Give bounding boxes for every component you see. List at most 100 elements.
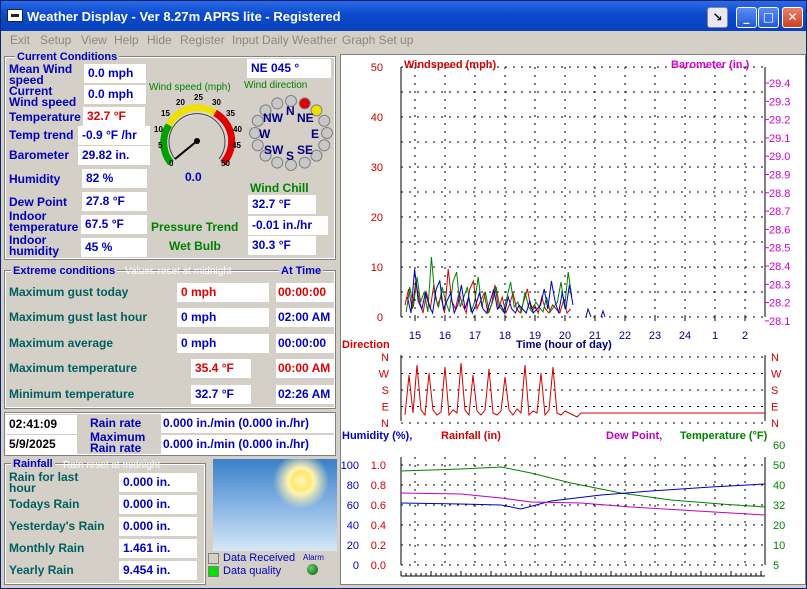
time-axis-title: Time (hour of day): [516, 339, 612, 351]
compass-n: N: [286, 104, 295, 118]
gauge-tick-40: 40: [233, 125, 242, 134]
compass-nw: NW: [263, 111, 283, 125]
rainfall-title: Rainfall: [11, 458, 55, 470]
rainfall-tick: 0.8: [371, 480, 386, 492]
wind-tick: 40: [371, 112, 383, 124]
menu-help[interactable]: Help: [114, 33, 139, 47]
compass-point: [251, 139, 264, 152]
alarm-icon[interactable]: [307, 564, 318, 575]
wind-speed-gauge: [160, 104, 236, 166]
gauge-tick-0: 0: [169, 159, 174, 168]
direction-axis-title: Direction: [342, 339, 390, 351]
temperature-label: Temperature: [9, 110, 81, 124]
close-button[interactable]: ✕: [782, 7, 803, 28]
gauge-tick-20: 20: [176, 98, 185, 107]
menu-setup[interactable]: Setup: [40, 33, 71, 47]
dir-tick-right: N: [771, 352, 779, 364]
extreme-row-label: Maximum average: [9, 336, 114, 350]
wet-bulb-label: Wet Bulb: [169, 239, 221, 253]
extreme-row-time: 00:00:00: [276, 283, 334, 302]
hour-tick: 1: [712, 330, 718, 342]
baro-tick: 28.7: [769, 206, 790, 218]
extreme-row-value: 0 mph: [177, 334, 269, 353]
temp-tick: 60: [773, 440, 785, 452]
temp-tick: 32: [773, 500, 785, 512]
menu-hide[interactable]: Hide: [147, 33, 172, 47]
wind-series-line: [406, 268, 574, 315]
gauge-tick-45: 45: [232, 141, 241, 150]
compass-s: S: [286, 149, 295, 163]
gauge-tick-10: 10: [154, 125, 163, 134]
menu-input-daily-weather[interactable]: Input Daily Weather: [232, 33, 337, 47]
compass-point: [318, 114, 331, 127]
barometer-axis-title: Barometer (in.): [671, 59, 750, 71]
rainfall-tick: 0.0: [371, 560, 386, 572]
maximize-button[interactable]: □: [758, 7, 779, 28]
data-received-label: Data Received: [223, 552, 296, 564]
dir-tick-right: E: [771, 402, 778, 414]
hour-tick: 22: [619, 330, 631, 342]
temp-tick: 40: [773, 480, 785, 492]
dewpoint-axis-title: Dew Point,: [606, 430, 663, 442]
rainfall-row-label: Monthly Rain: [9, 541, 85, 555]
app-icon[interactable]: [7, 9, 23, 22]
menu-register[interactable]: Register: [180, 33, 225, 47]
gauge-tick-30: 30: [212, 98, 221, 107]
extreme-row-time: 02:26 AM: [276, 385, 334, 404]
extreme-row-value: 35.4 °F: [191, 359, 251, 378]
clock-date: 5/9/2025: [5, 435, 77, 454]
dir-tick-right: W: [771, 369, 782, 381]
pressure-trend-label: Pressure Trend: [151, 220, 239, 234]
compass-e: E: [311, 127, 320, 141]
extreme-row-time: 00:00 AM: [276, 359, 334, 378]
rainfall-tick: 1.0: [371, 460, 386, 472]
hour-tick: 16: [439, 330, 451, 342]
compass-point: [321, 127, 333, 139]
humidity-tick: 100: [341, 460, 359, 472]
pin-icon[interactable]: ↘: [707, 7, 728, 28]
compass-point: [298, 97, 311, 110]
temp-tick: 10: [773, 540, 785, 552]
menu-view[interactable]: View: [81, 33, 107, 47]
rainfall-row-label: Yearly Rain: [9, 563, 74, 577]
menu-exit[interactable]: Exit: [10, 33, 30, 47]
compass-point: [271, 97, 284, 110]
current-wind-label: Current Wind speed: [9, 84, 77, 109]
humidity-label: Humidity: [9, 172, 61, 186]
wind-direction-title: Wind direction: [244, 80, 308, 91]
compass-point: [251, 114, 264, 127]
wet-bulb-value: 30.3 °F: [248, 236, 316, 255]
mean-wind-label: Mean Wind speed: [9, 62, 73, 87]
temp-tick: 5: [773, 560, 779, 572]
gauge-tick-35: 35: [226, 109, 235, 118]
menu-graph-setup[interactable]: Graph Set up: [342, 33, 413, 47]
wind-tick: 30: [371, 162, 383, 174]
wind-tick: 0: [377, 312, 383, 324]
extreme-row-label: Maximum temperature: [9, 361, 138, 375]
rain-rate-value: 0.000 in./min (0.000 in./hr): [161, 414, 335, 433]
temp-trend-value: -0.9 °F /hr: [78, 126, 150, 145]
dew-point-label: Dew Point: [9, 195, 68, 209]
indoor-temperature-value: 67.5 °F: [81, 215, 147, 234]
data-quality-label: Data quality: [223, 565, 282, 577]
temperature-axis-title: Temperature (°F): [680, 430, 768, 442]
baro-tick: 28.8: [769, 188, 790, 200]
rainfall-row-label: Rain for last hour: [9, 470, 79, 495]
temp-tick: 20: [773, 520, 785, 532]
hour-tick: 17: [469, 330, 481, 342]
main-window: Weather Display - Ver 8.27m APRS lite - …: [0, 0, 807, 589]
baro-tick: 29.2: [769, 115, 790, 127]
rainfall-row-label: Yesterday's Rain: [9, 519, 105, 533]
minimize-button[interactable]: _: [736, 7, 757, 28]
rainfall-row-value: 0.000 in.: [119, 473, 197, 492]
max-rain-rate-label: Maximum Rain rate: [90, 430, 146, 455]
hour-tick: 18: [499, 330, 511, 342]
baro-tick: 28.5: [769, 243, 790, 255]
rainfall-tick: 0.2: [371, 540, 386, 552]
graph-panel: 50 40 30 20 10 0 29.4 29.3 29.2 29.1 29.0 28.9 28.8 2…: [340, 54, 806, 585]
wind-tick: 50: [371, 62, 383, 74]
compass-point: [271, 156, 284, 169]
rainfall-tick: 0.4: [371, 520, 386, 532]
extreme-row-label: Maximum gust today: [9, 285, 129, 299]
humidity-value: 82 %: [82, 169, 147, 188]
